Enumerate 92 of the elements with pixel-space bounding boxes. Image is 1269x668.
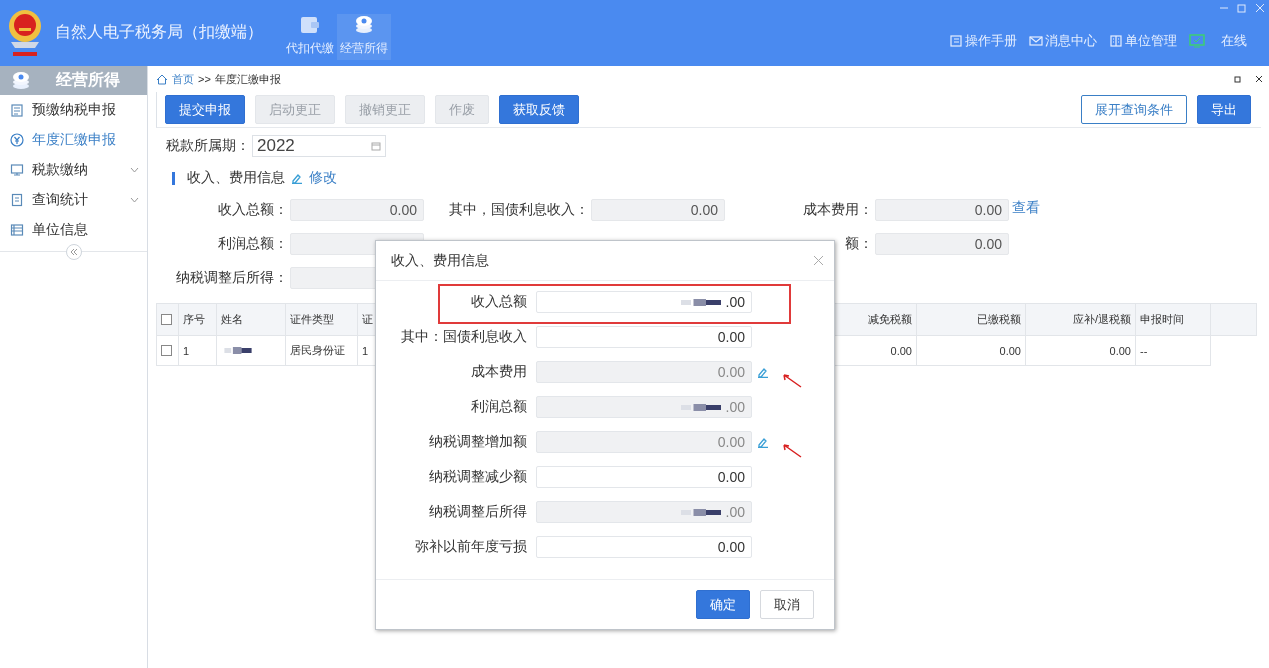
input-field[interactable]: 0.00 xyxy=(536,466,752,488)
double-chevron-left-icon xyxy=(69,248,78,256)
table-cell: -- xyxy=(1135,335,1211,366)
wallet-icon xyxy=(299,14,321,36)
input-field[interactable]: 0.00 xyxy=(536,361,752,383)
readonly-field: 0.00 xyxy=(875,233,1009,255)
checkbox[interactable] xyxy=(161,345,172,356)
sidebar-item[interactable]: 年度汇缴申报 xyxy=(0,125,147,155)
column-header: 序号 xyxy=(178,303,217,336)
edit-icon[interactable] xyxy=(757,436,769,448)
column-header: 证件类型 xyxy=(285,303,358,336)
close-icon[interactable] xyxy=(1255,75,1263,83)
list-icon xyxy=(10,223,24,237)
monitor-icon xyxy=(10,163,24,177)
sidebar-item[interactable]: 预缴纳税申报 xyxy=(0,95,147,125)
yen-icon xyxy=(10,133,24,147)
coins-icon xyxy=(353,14,375,36)
dialog-button[interactable]: 确定 xyxy=(696,590,750,619)
field-label: 成本费用 xyxy=(470,363,528,381)
checkbox[interactable] xyxy=(161,314,172,325)
clipboard-icon xyxy=(10,103,24,117)
book-icon xyxy=(949,34,963,48)
table-cell: 0.00 xyxy=(1025,335,1136,366)
dialog-button[interactable]: 取消 xyxy=(760,590,814,619)
field-label: 利润总额： xyxy=(218,235,288,253)
edit-link[interactable]: 修改 xyxy=(309,169,337,187)
input-field[interactable]: 0.00 xyxy=(536,326,752,348)
readonly-field: 0.00 xyxy=(290,199,424,221)
edit-icon[interactable] xyxy=(757,366,769,378)
coins-icon xyxy=(10,69,32,92)
toolbar-button[interactable]: 获取反馈 xyxy=(499,95,579,124)
table-cell: 1 xyxy=(178,335,217,366)
app-title: 自然人电子税务局（扣缴端） xyxy=(55,21,263,42)
toolbar-button[interactable]: 导出 xyxy=(1197,95,1251,124)
collapse-button[interactable] xyxy=(65,244,82,260)
toolbar-button[interactable]: 展开查询条件 xyxy=(1081,95,1187,124)
field-label: 纳税调整减少额 xyxy=(428,468,528,486)
sidebar-item[interactable]: 查询统计 xyxy=(0,185,147,215)
view-link[interactable]: 查看 xyxy=(1012,199,1040,217)
breadcrumb-separator: >> xyxy=(198,73,211,85)
calendar-icon xyxy=(371,141,381,151)
field-label: 利润总额 xyxy=(470,398,528,416)
field-label: 额： xyxy=(845,235,873,253)
input-field[interactable]: .00 xyxy=(536,396,752,418)
table-cell: 0.00 xyxy=(916,335,1026,366)
field-label: 成本费用： xyxy=(803,201,873,219)
period-field[interactable]: 2022 xyxy=(252,135,386,157)
nav-tab[interactable]: 经营所得 xyxy=(337,14,391,60)
input-field[interactable]: .00 xyxy=(536,291,752,313)
edit-icon[interactable] xyxy=(291,172,303,184)
sidebar-item[interactable]: 税款缴纳 xyxy=(0,155,147,185)
column-header: 应补/退税额 xyxy=(1025,303,1136,336)
field-label: 纳税调整增加额 xyxy=(428,433,528,451)
building-icon xyxy=(1109,34,1123,48)
column-header: 申报时间 xyxy=(1135,303,1211,336)
column-header: 已缴税额 xyxy=(916,303,1026,336)
mail-icon xyxy=(1029,34,1043,48)
input-field[interactable]: 0.00 xyxy=(536,536,752,558)
chevron-down-icon xyxy=(130,197,139,203)
breadcrumb-link[interactable]: 首页 xyxy=(172,71,194,87)
sidebar-item[interactable]: 单位信息 xyxy=(0,215,147,245)
annotation-arrow xyxy=(781,443,803,459)
nav-tab[interactable]: 代扣代缴 xyxy=(283,14,337,60)
field-label: 收入总额： xyxy=(218,201,288,219)
dialog-title: 收入、费用信息 xyxy=(391,251,489,270)
field-label: 纳税调整后所得 xyxy=(428,503,528,521)
field-label: 收入总额 xyxy=(470,293,528,311)
header-link[interactable]: 操作手册 xyxy=(949,32,1017,50)
table-cell: 居民身份证 xyxy=(285,335,358,366)
readonly-field: 0.00 xyxy=(591,199,725,221)
field-label: 弥补以前年度亏损 xyxy=(414,538,528,556)
readonly-field: 0.00 xyxy=(875,199,1009,221)
restore-icon[interactable] xyxy=(1237,3,1247,13)
header-link[interactable]: 消息中心 xyxy=(1029,32,1097,50)
document-icon xyxy=(10,193,24,207)
home-icon[interactable] xyxy=(156,73,168,85)
sidebar-header: 经营所得 xyxy=(0,66,147,95)
column-header: 姓名 xyxy=(216,303,286,336)
chevron-down-icon xyxy=(130,167,139,173)
status-text: 在线 xyxy=(1221,32,1247,50)
field-label: 税款所属期： xyxy=(166,137,250,155)
field-label: 其中：国债利息收入 xyxy=(400,328,528,346)
section-title: 收入、费用信息 xyxy=(187,169,285,187)
field-label: 其中，国债利息收入： xyxy=(449,201,589,219)
breadcrumb-current: 年度汇缴申报 xyxy=(214,71,281,87)
maximize-icon[interactable] xyxy=(1234,75,1241,83)
input-field[interactable]: 0.00 xyxy=(536,431,752,453)
toolbar-button[interactable]: 提交申报 xyxy=(165,95,245,124)
annotation-arrow xyxy=(781,373,803,389)
header-link[interactable]: 单位管理 xyxy=(1109,32,1177,50)
field-label: 纳税调整后所得： xyxy=(176,269,288,287)
input-field[interactable]: .00 xyxy=(536,501,752,523)
